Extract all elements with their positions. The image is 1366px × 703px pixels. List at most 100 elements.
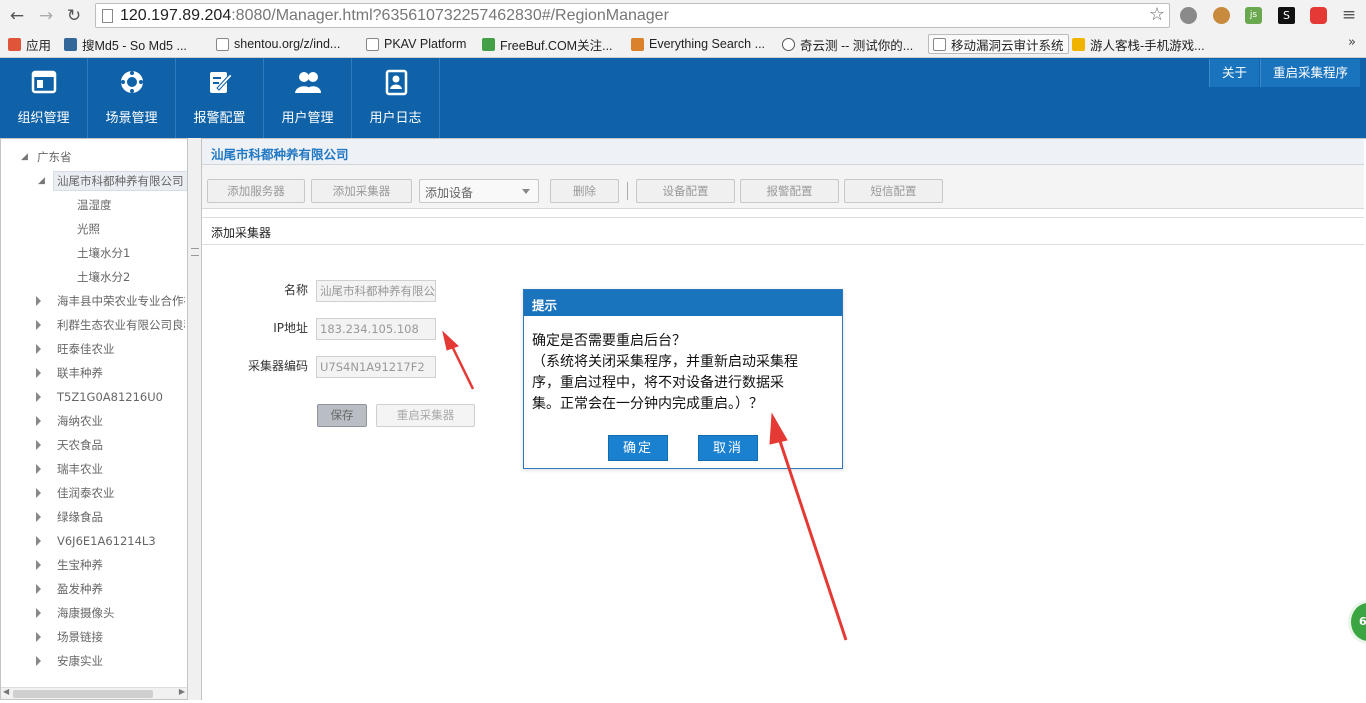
collapsed-arrow-icon[interactable] <box>36 488 41 498</box>
tree-node[interactable]: 海康摄像头 <box>57 603 115 623</box>
alarm-config-button[interactable]: 报警配置 <box>740 179 839 203</box>
about-button[interactable]: 关于 <box>1209 59 1260 87</box>
tree-node[interactable]: 生宝种养 <box>57 555 103 575</box>
restart-collector-button[interactable]: 重启采集器 <box>376 404 475 427</box>
panel-title-bar: 汕尾市科都种养有限公司 <box>202 139 1364 165</box>
collapsed-arrow-icon[interactable] <box>36 320 41 330</box>
tree-node-selected[interactable]: ◢ 汕尾市科都种养有限公司 <box>38 171 187 191</box>
collapsed-arrow-icon[interactable] <box>36 536 41 546</box>
bookmark-item[interactable]: 游人客栈-手机游戏... <box>1072 35 1205 53</box>
cancel-button[interactable]: 取消 <box>698 435 758 461</box>
tree-leaf[interactable]: 土壤水分1 <box>77 243 130 263</box>
add-server-button[interactable]: 添加服务器 <box>207 179 305 203</box>
tree-node[interactable]: 场景链接 <box>57 627 103 647</box>
collapsed-arrow-icon[interactable] <box>36 656 41 666</box>
scroll-thumb[interactable] <box>13 690 153 698</box>
bookmark-item[interactable]: PKAV Platform <box>366 35 466 53</box>
add-collector-button[interactable]: 添加采集器 <box>311 179 412 203</box>
collapsed-arrow-icon[interactable] <box>36 584 41 594</box>
tree-node-root[interactable]: ◢ 广东省 <box>21 147 72 167</box>
collapsed-arrow-icon[interactable] <box>36 464 41 474</box>
collapsed-arrow-icon[interactable] <box>36 440 41 450</box>
restart-program-button[interactable]: 重启采集程序 <box>1260 59 1360 87</box>
collapsed-arrow-icon[interactable] <box>36 392 41 402</box>
dialog-title-bar: 提示 <box>524 290 842 316</box>
device-config-button[interactable]: 设备配置 <box>636 179 735 203</box>
collapsed-arrow-icon[interactable] <box>36 344 41 354</box>
tree-leaf[interactable]: 光照 <box>77 219 100 239</box>
tree-node[interactable]: 旺泰佳农业 <box>57 339 115 359</box>
bookmark-apps[interactable]: 应用 <box>8 35 51 53</box>
collapsed-arrows <box>36 296 41 666</box>
collapsed-arrow-icon[interactable] <box>36 296 41 306</box>
tree-node[interactable]: 海纳农业 <box>57 411 103 431</box>
tree-node[interactable]: 海丰县中荣农业专业合作社 <box>57 291 185 311</box>
menu-user-log[interactable]: 用户日志 <box>352 58 440 138</box>
expanded-arrow-icon[interactable]: ◢ <box>21 147 28 167</box>
bookmark-item[interactable]: Everything Search ... <box>631 35 765 53</box>
tree-node[interactable]: 天农食品 <box>57 435 103 455</box>
bookmarks-bar: 应用 搜Md5 - So Md5 ... shentou.org/z/ind..… <box>0 31 1366 57</box>
tree-node[interactable]: 瑞丰农业 <box>57 459 103 479</box>
scroll-left-icon[interactable]: ◀ <box>3 687 9 696</box>
ip-field[interactable]: 183.234.105.108 <box>316 318 436 340</box>
scene-icon <box>121 71 143 93</box>
menu-org-management[interactable]: 组织管理 <box>0 58 88 138</box>
dialog-line: 序，重启过程中，将不对设备进行数据采 <box>532 375 784 391</box>
bookmark-item[interactable]: shentou.org/z/ind... <box>216 35 340 53</box>
tree-node[interactable]: V6J6E1A61214L3 <box>57 531 156 551</box>
org-icon <box>31 70 57 94</box>
menu-user-management[interactable]: 用户管理 <box>264 58 352 138</box>
js-extension-icon[interactable]: js <box>1245 7 1262 24</box>
dialog-line: 确定是否需要重启后台？ <box>532 333 686 349</box>
reload-icon[interactable]: ↻ <box>63 5 85 27</box>
globe-extension-icon[interactable] <box>1180 7 1197 24</box>
tree-leaf[interactable]: 温湿度 <box>77 195 112 215</box>
tree-node[interactable]: T5Z1G0A81216U0 <box>57 387 163 407</box>
tree-node[interactable]: 利群生态农业有限公司良种 <box>57 315 185 335</box>
red-extension-icon[interactable] <box>1310 7 1327 24</box>
bookmark-item[interactable]: 移动漏洞云审计系统 <box>928 34 1069 54</box>
collapsed-arrow-icon[interactable] <box>36 416 41 426</box>
s-extension-icon[interactable]: S <box>1278 7 1295 24</box>
page-icon <box>102 9 113 23</box>
section-header: 添加采集器 <box>202 217 1364 245</box>
bookmark-favicon-icon <box>64 37 77 51</box>
collapsed-arrow-icon[interactable] <box>36 608 41 618</box>
bookmark-item[interactable]: FreeBuf.COM关注... <box>482 35 613 53</box>
collapsed-arrow-icon[interactable] <box>36 368 41 378</box>
address-bar[interactable]: 120.197.89.204:8080/Manager.html?6356107… <box>95 3 1170 28</box>
collector-code-field[interactable]: U7S4N1A91217F2 <box>316 356 436 378</box>
collapsed-arrow-icon[interactable] <box>36 512 41 522</box>
tree-node[interactable]: 盈发种养 <box>57 579 103 599</box>
bookmarks-more-icon[interactable]: » <box>1348 35 1356 50</box>
menu-scene-management[interactable]: 场景管理 <box>88 58 176 138</box>
collapsed-arrow-icon[interactable] <box>36 560 41 570</box>
bookmark-item[interactable]: 搜Md5 - So Md5 ... <box>64 35 187 53</box>
tree-horizontal-scrollbar[interactable]: ◀ ▶ <box>1 687 187 699</box>
tree-node[interactable]: 联丰种养 <box>57 363 103 383</box>
save-button[interactable]: 保存 <box>317 404 367 427</box>
tree-leaf[interactable]: 土壤水分2 <box>77 267 130 287</box>
tree-node[interactable]: 佳润泰农业 <box>57 483 115 503</box>
browser-chrome: ← → ↻ 120.197.89.204:8080/Manager.html?6… <box>0 0 1366 58</box>
panel-splitter[interactable] <box>188 138 202 700</box>
delete-button[interactable]: 删除 <box>550 179 619 203</box>
bookmark-star-icon[interactable]: ☆ <box>1149 4 1165 25</box>
collapsed-arrow-icon[interactable] <box>36 632 41 642</box>
tree-node[interactable]: 绿缘食品 <box>57 507 103 527</box>
forward-arrow-icon[interactable]: → <box>35 5 57 27</box>
ok-button[interactable]: 确定 <box>608 435 668 461</box>
cookie-extension-icon[interactable] <box>1213 7 1230 24</box>
sms-config-button[interactable]: 短信配置 <box>844 179 943 203</box>
menu-icon[interactable]: ≡ <box>1338 4 1360 26</box>
add-device-select[interactable]: 添加设备 <box>419 179 539 203</box>
expanded-arrow-icon[interactable]: ◢ <box>38 172 45 190</box>
back-arrow-icon[interactable]: ← <box>6 5 28 27</box>
menu-alarm-config[interactable]: 报警配置 <box>176 58 264 138</box>
bookmark-item[interactable]: 奇云测 -- 测试你的... <box>782 35 913 53</box>
scroll-right-icon[interactable]: ▶ <box>179 687 185 696</box>
name-field[interactable]: 汕尾市科都种养有限公司 <box>316 280 436 302</box>
tree-node[interactable]: 安康实业 <box>57 651 103 671</box>
toolbar: 添加服务器 添加采集器 添加设备 删除 设备配置 报警配置 短信配置 <box>202 165 1364 209</box>
